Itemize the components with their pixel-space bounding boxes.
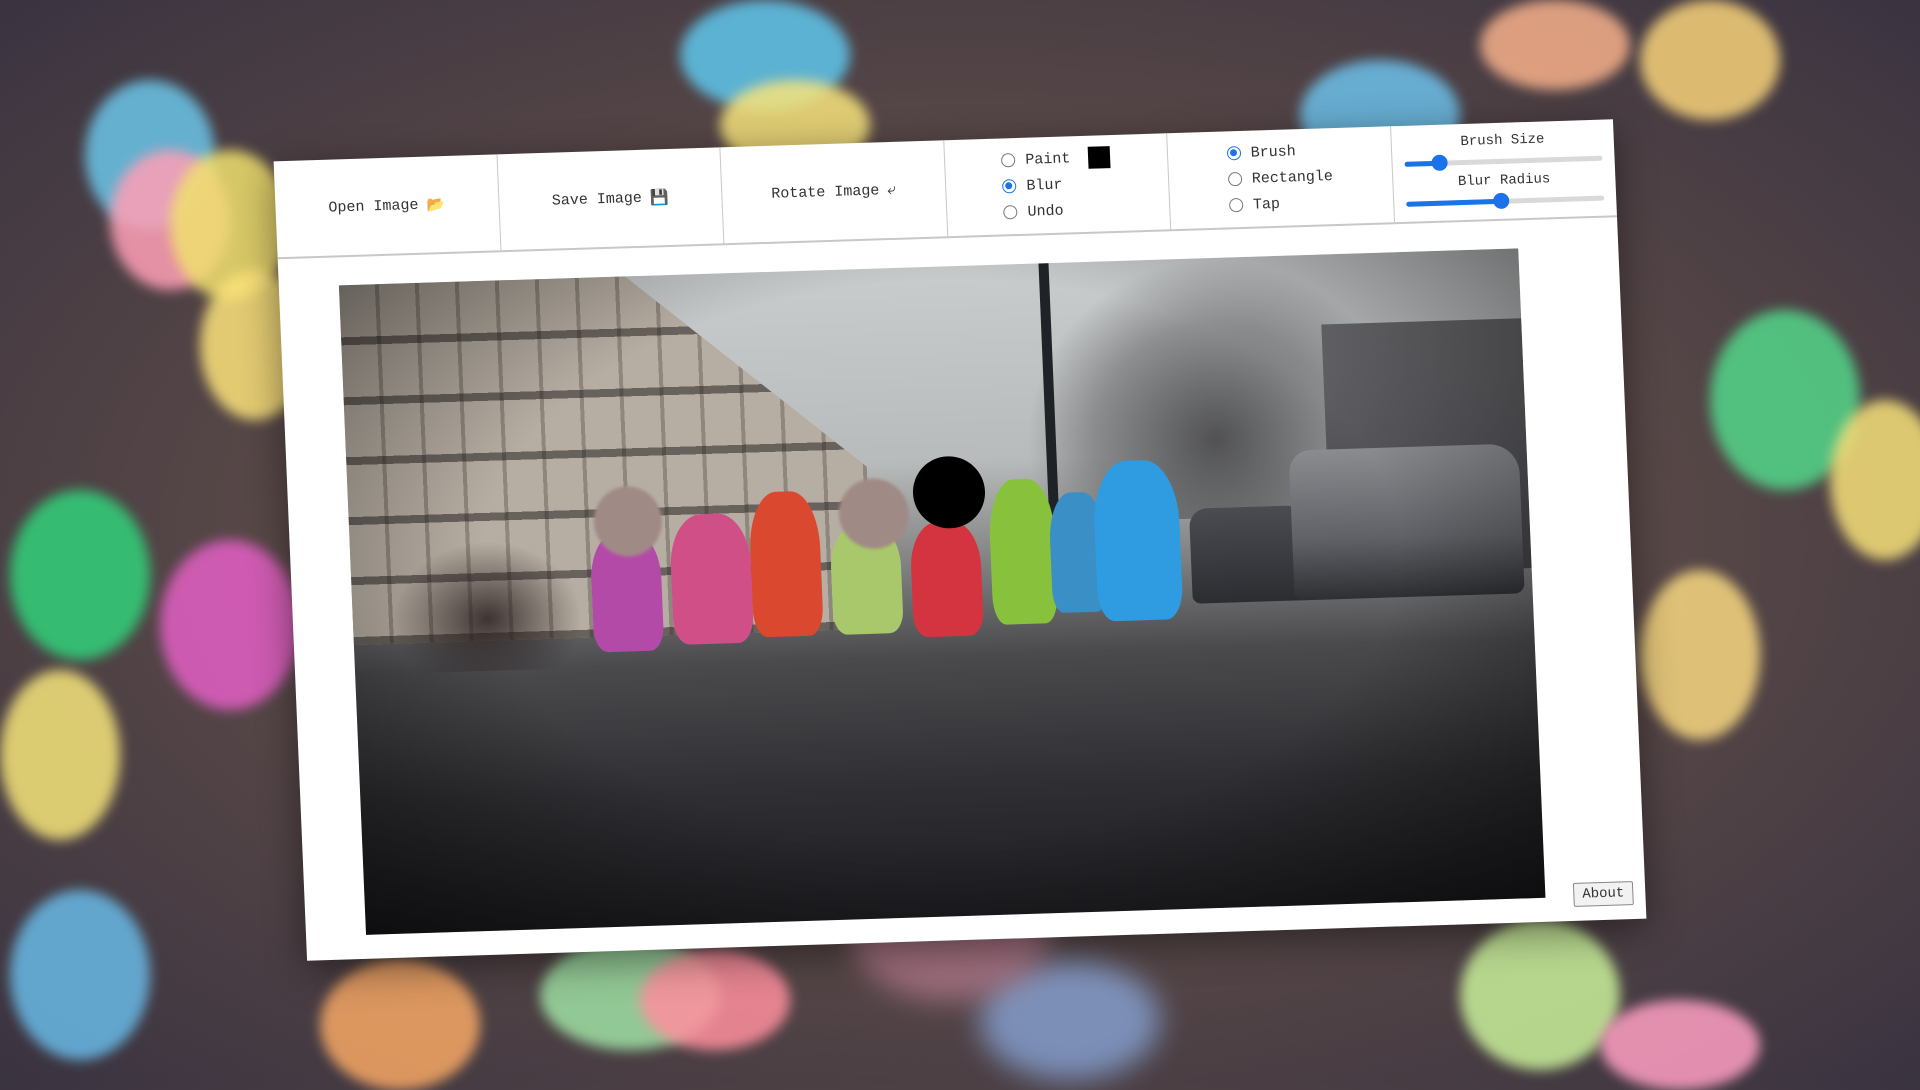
rotate-image-button[interactable]: Rotate Image ⤶: [720, 140, 948, 244]
mode-blur-label: Blur: [1026, 176, 1063, 195]
tool-rectangle-label: Rectangle: [1251, 167, 1334, 188]
save-image-label: Save Image: [551, 189, 643, 210]
mode-paint-radio[interactable]: [1001, 153, 1016, 168]
app-window: Open Image 📂 Save Image 💾 Rotate Image ⤶…: [273, 119, 1647, 961]
brush-size-slider[interactable]: [1404, 150, 1603, 172]
mode-radio-group: Paint Blur Undo: [943, 133, 1172, 237]
save-image-button[interactable]: Save Image 💾: [496, 147, 725, 251]
mode-undo-label: Undo: [1027, 202, 1064, 221]
mode-blur-radio[interactable]: [1002, 179, 1017, 194]
image-canvas[interactable]: [338, 248, 1546, 935]
mode-undo-option[interactable]: Undo: [1003, 201, 1064, 223]
paint-color-swatch[interactable]: [1087, 146, 1111, 169]
tool-brush-option[interactable]: Brush: [1226, 141, 1296, 163]
floppy-disk-icon: 💾: [649, 189, 669, 208]
canvas-area: About: [278, 217, 1647, 961]
mode-paint-option[interactable]: Paint: [1001, 146, 1111, 170]
mode-paint-label: Paint: [1025, 149, 1071, 169]
blur-radius-label: Blur Radius: [1457, 171, 1551, 191]
blur-radius-thumb[interactable]: [1492, 192, 1510, 210]
tool-tap-label: Tap: [1252, 195, 1281, 214]
mode-undo-radio[interactable]: [1003, 205, 1018, 220]
about-label: About: [1582, 885, 1625, 903]
tool-rectangle-radio[interactable]: [1227, 171, 1243, 187]
rotate-image-label: Rotate Image: [771, 181, 880, 203]
tool-brush-label: Brush: [1250, 142, 1297, 162]
open-image-button[interactable]: Open Image 📂: [273, 154, 501, 258]
about-button[interactable]: About: [1572, 881, 1634, 907]
folder-icon: 📂: [426, 196, 446, 215]
open-image-label: Open Image: [328, 196, 419, 217]
sliders-panel: Brush Size Blur Radius: [1391, 119, 1617, 222]
tool-tap-radio[interactable]: [1228, 197, 1244, 213]
tool-rectangle-option[interactable]: Rectangle: [1227, 166, 1333, 189]
blur-radius-slider[interactable]: [1405, 190, 1605, 212]
tool-brush-radio[interactable]: [1226, 145, 1242, 161]
tool-tap-option[interactable]: Tap: [1228, 194, 1281, 216]
rotate-icon: ⤶: [887, 181, 897, 200]
mode-blur-option[interactable]: Blur: [1002, 175, 1063, 197]
tool-radio-group: Brush Rectangle Tap: [1167, 126, 1395, 230]
brush-size-thumb[interactable]: [1431, 154, 1449, 171]
brush-size-label: Brush Size: [1460, 131, 1545, 151]
